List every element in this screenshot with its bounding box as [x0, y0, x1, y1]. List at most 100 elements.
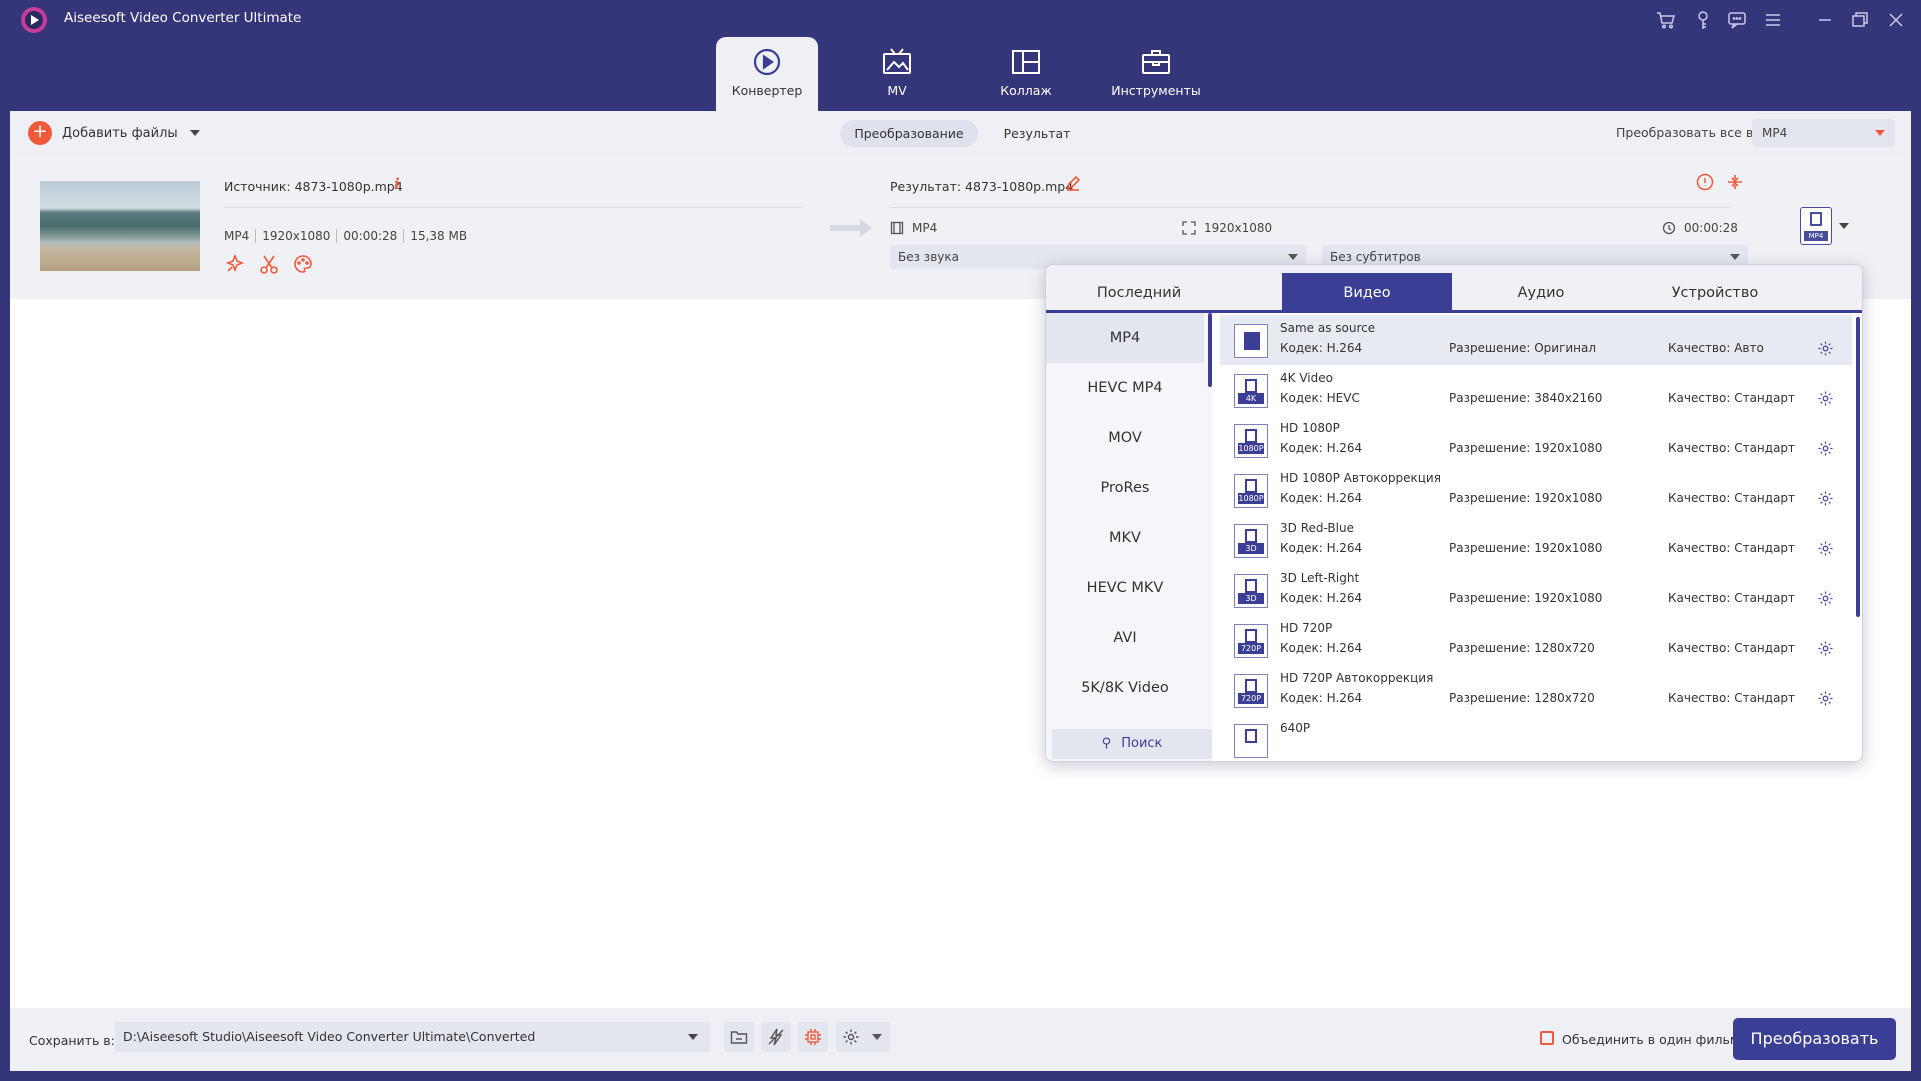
format-item[interactable]: HEVC MKV: [1046, 563, 1204, 613]
tab-device[interactable]: Устройство: [1630, 273, 1800, 313]
video-preset-icon: 1080P: [1234, 474, 1268, 508]
preset-quality: Качество: Стандарт: [1668, 641, 1796, 655]
preset-codec: Кодек: H.264: [1280, 441, 1363, 455]
tab-video[interactable]: Видео: [1282, 273, 1452, 313]
format-item[interactable]: HEVC MP4: [1046, 363, 1204, 413]
converter-icon: [750, 45, 784, 79]
edit-icon[interactable]: [1065, 175, 1081, 191]
preset-name: 4K Video: [1280, 371, 1333, 385]
tab-collage[interactable]: Коллаж: [975, 37, 1077, 111]
preset-codec: Кодек: H.264: [1280, 541, 1363, 555]
preset-tag: 3D: [1238, 593, 1264, 604]
film-icon: [1245, 379, 1257, 393]
chevron-down-icon[interactable]: [189, 130, 200, 136]
merge-checkbox[interactable]: [1540, 1031, 1554, 1045]
preset-row[interactable]: 4K 4K Video Кодек: HEVC Разрешение: 3840x21…: [1220, 365, 1852, 415]
tab-conversion[interactable]: Преобразование: [840, 120, 978, 147]
save-path-select[interactable]: D:\Aiseesoft Studio\Aiseesoft Video Conv…: [115, 1022, 710, 1052]
cart-icon[interactable]: [1655, 9, 1677, 31]
gear-icon[interactable]: [1817, 690, 1834, 707]
tab-audio[interactable]: Аудио: [1456, 273, 1626, 313]
gear-icon[interactable]: [1817, 540, 1834, 557]
tab-recent[interactable]: Последний: [1054, 273, 1224, 313]
open-folder-button[interactable]: [724, 1022, 754, 1052]
enhance-icon[interactable]: [224, 253, 246, 275]
preset-row[interactable]: 3D 3D Red-Blue Кодек: H.264 Разрешение: 192…: [1220, 515, 1852, 565]
settings-dropdown-button[interactable]: [836, 1022, 890, 1052]
search-button[interactable]: ⚲ Поиск: [1052, 729, 1212, 759]
preset-row[interactable]: 1080P HD 1080P Автокоррекция Кодек: H.264 Р…: [1220, 465, 1852, 515]
key-icon[interactable]: [1692, 9, 1714, 31]
tab-mv[interactable]: MV: [846, 37, 948, 111]
gear-icon[interactable]: [1817, 390, 1834, 407]
preset-name: 3D Left-Right: [1280, 571, 1360, 585]
tab-result[interactable]: Результат: [982, 120, 1092, 147]
toolbar: + Добавить файлы Преобразование Результа…: [10, 111, 1911, 155]
merge-label[interactable]: Объединить в один фильм: [1562, 1032, 1739, 1047]
preset-row[interactable]: 3D 3D Left-Right Кодек: H.264 Разрешение: 1…: [1220, 565, 1852, 615]
alert-icon[interactable]: [1696, 173, 1714, 191]
gear-icon[interactable]: [1817, 340, 1834, 357]
format-item[interactable]: MP4: [1046, 313, 1204, 363]
menu-icon[interactable]: [1762, 9, 1784, 31]
convert-all-button[interactable]: Преобразовать: [1733, 1018, 1896, 1060]
toolbox-icon: [1139, 45, 1173, 79]
video-preset-icon: 720P: [1234, 624, 1268, 658]
preset-row[interactable]: 720P HD 720P Кодек: H.264 Разрешение: 1280x…: [1220, 615, 1852, 665]
gpu-accel-on-button[interactable]: [798, 1022, 828, 1052]
film-icon: [890, 221, 904, 235]
source-duration: 00:00:28: [336, 229, 403, 243]
minimize-icon[interactable]: [1814, 9, 1836, 31]
tab-toolbox[interactable]: Инструменты: [1105, 37, 1207, 111]
preset-resolution: Разрешение: 1920x1080: [1449, 441, 1603, 455]
scrollbar[interactable]: [1856, 317, 1860, 617]
hardware-accel-off-button[interactable]: [761, 1022, 791, 1052]
close-icon[interactable]: [1885, 9, 1907, 31]
info-icon[interactable]: i: [394, 175, 400, 193]
gear-icon[interactable]: [1817, 640, 1834, 657]
chat-icon[interactable]: [1726, 9, 1748, 31]
split-icon[interactable]: [1726, 173, 1744, 191]
preset-row[interactable]: 1080P HD 1080P Кодек: H.264 Разрешение: 192…: [1220, 415, 1852, 465]
video-thumbnail[interactable]: [40, 181, 200, 271]
preset-codec: Кодек: H.264: [1280, 591, 1363, 605]
format-item[interactable]: MOV: [1046, 413, 1204, 463]
format-item[interactable]: AVI: [1046, 613, 1204, 663]
preset-tag: 720P: [1238, 643, 1264, 654]
film-icon: [1245, 629, 1257, 643]
result-duration-value: 00:00:28: [1684, 221, 1738, 235]
convert-all-select[interactable]: MP4: [1752, 119, 1895, 147]
chevron-down-icon[interactable]: [1839, 223, 1849, 229]
restore-icon[interactable]: [1849, 9, 1871, 31]
scissors-icon[interactable]: [258, 253, 280, 275]
gear-icon[interactable]: [1817, 590, 1834, 607]
gear-icon: [843, 1029, 859, 1045]
video-preset-icon: 4K: [1234, 374, 1268, 408]
preset-name: HD 1080P: [1280, 421, 1340, 435]
preset-codec: Кодек: H.264: [1280, 691, 1363, 705]
scrollbar[interactable]: [1208, 313, 1212, 387]
preset-row[interactable]: 640P: [1220, 715, 1852, 761]
preset-tag: 720P: [1238, 693, 1264, 704]
save-to-label: Сохранить в:: [29, 1033, 115, 1048]
format-item[interactable]: ProRes: [1046, 463, 1204, 513]
palette-icon[interactable]: [292, 253, 314, 275]
format-item[interactable]: MKV: [1046, 513, 1204, 563]
result-format-value: MP4: [912, 221, 938, 235]
format-item[interactable]: 5K/8K Video: [1046, 663, 1204, 713]
preset-list: Same as source Кодек: H.264 Разрешение: Ор…: [1220, 313, 1862, 761]
preset-quality: Качество: Стандарт: [1668, 441, 1796, 455]
divider: [890, 207, 1730, 208]
title-bar: Aiseesoft Video Converter Ultimate Конве…: [0, 0, 1921, 112]
output-format-button[interactable]: MP4: [1800, 207, 1832, 245]
preset-row[interactable]: Same as source Кодек: H.264 Разрешение: Ор…: [1220, 315, 1852, 365]
tab-converter[interactable]: Конвертер: [716, 37, 818, 111]
source-meta: MP4 1920x1080 00:00:28 15,38 MB: [224, 229, 473, 243]
preset-row[interactable]: 720P HD 720P Автокоррекция Кодек: H.264 Раз…: [1220, 665, 1852, 715]
gear-icon[interactable]: [1817, 490, 1834, 507]
add-files-button[interactable]: + Добавить файлы: [28, 121, 200, 145]
chevron-down-icon: [688, 1034, 698, 1040]
preset-resolution: Разрешение: 1280x720: [1449, 691, 1595, 705]
gear-icon[interactable]: [1817, 440, 1834, 457]
preset-quality: Качество: Стандарт: [1668, 541, 1796, 555]
